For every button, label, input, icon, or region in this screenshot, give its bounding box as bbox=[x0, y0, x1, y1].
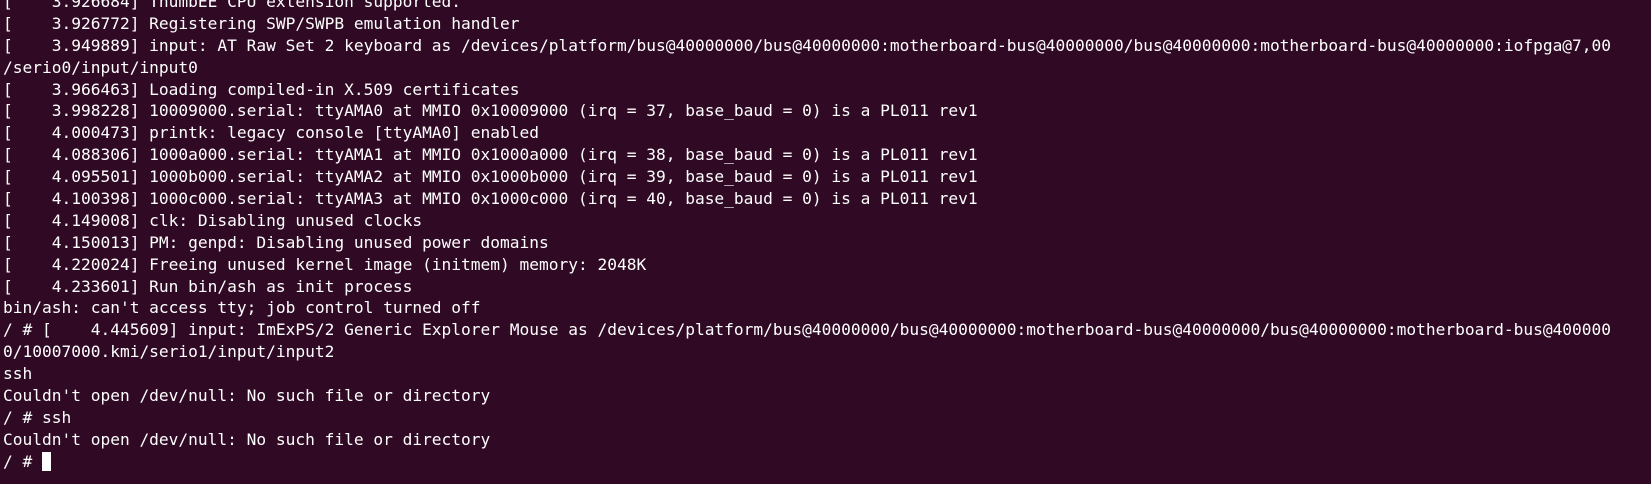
terminal-line: [ 4.233601] Run bin/ash as init process bbox=[3, 276, 413, 296]
terminal-line: [ 3.926772] Registering SWP/SWPB emulati… bbox=[3, 13, 520, 33]
terminal-line: [ 3.998228] 10009000.serial: ttyAMA0 at … bbox=[3, 101, 978, 121]
terminal-line: [ 4.220024] Freeing unused kernel image … bbox=[3, 254, 647, 274]
terminal-line: [ 3.926684] ThumbEE CPU extension suppor… bbox=[3, 0, 462, 11]
terminal-window[interactable]: [ 3.926684] ThumbEE CPU extension suppor… bbox=[0, 0, 1651, 484]
terminal-output: [ 3.926684] ThumbEE CPU extension suppor… bbox=[3, 0, 1611, 473]
terminal-line: [ 4.150013] PM: genpd: Disabling unused … bbox=[3, 232, 549, 252]
terminal-line: 0/10007000.kmi/serio1/input/input2 bbox=[3, 342, 335, 362]
terminal-line: bin/ash: can't access tty; job control t… bbox=[3, 298, 481, 318]
terminal-line: [ 4.149008] clk: Disabling unused clocks bbox=[3, 210, 423, 230]
terminal-line: ssh bbox=[3, 364, 33, 384]
terminal-line: Couldn't open /dev/null: No such file or… bbox=[3, 386, 491, 406]
terminal-line: [ 3.949889] input: AT Raw Set 2 keyboard… bbox=[3, 35, 1612, 55]
terminal-line: Couldn't open /dev/null: No such file or… bbox=[3, 429, 491, 449]
terminal-line: /serio0/input/input0 bbox=[3, 57, 198, 77]
text-cursor bbox=[41, 452, 51, 472]
terminal-line: [ 4.000473] printk: legacy console [ttyA… bbox=[3, 123, 540, 143]
terminal-line: [ 4.088306] 1000a000.serial: ttyAMA1 at … bbox=[3, 145, 978, 165]
terminal-line: [ 4.100398] 1000c000.serial: ttyAMA3 at … bbox=[3, 189, 978, 209]
terminal-line: [ 4.095501] 1000b000.serial: ttyAMA2 at … bbox=[3, 167, 978, 187]
command-prompt-line[interactable]: / # bbox=[3, 451, 1611, 473]
terminal-line: / # ssh bbox=[3, 407, 72, 427]
shell-prompt: / # bbox=[3, 451, 42, 471]
terminal-line: [ 3.966463] Loading compiled-in X.509 ce… bbox=[3, 79, 520, 99]
terminal-line: / # [ 4.445609] input: ImExPS/2 Generic … bbox=[3, 320, 1612, 340]
